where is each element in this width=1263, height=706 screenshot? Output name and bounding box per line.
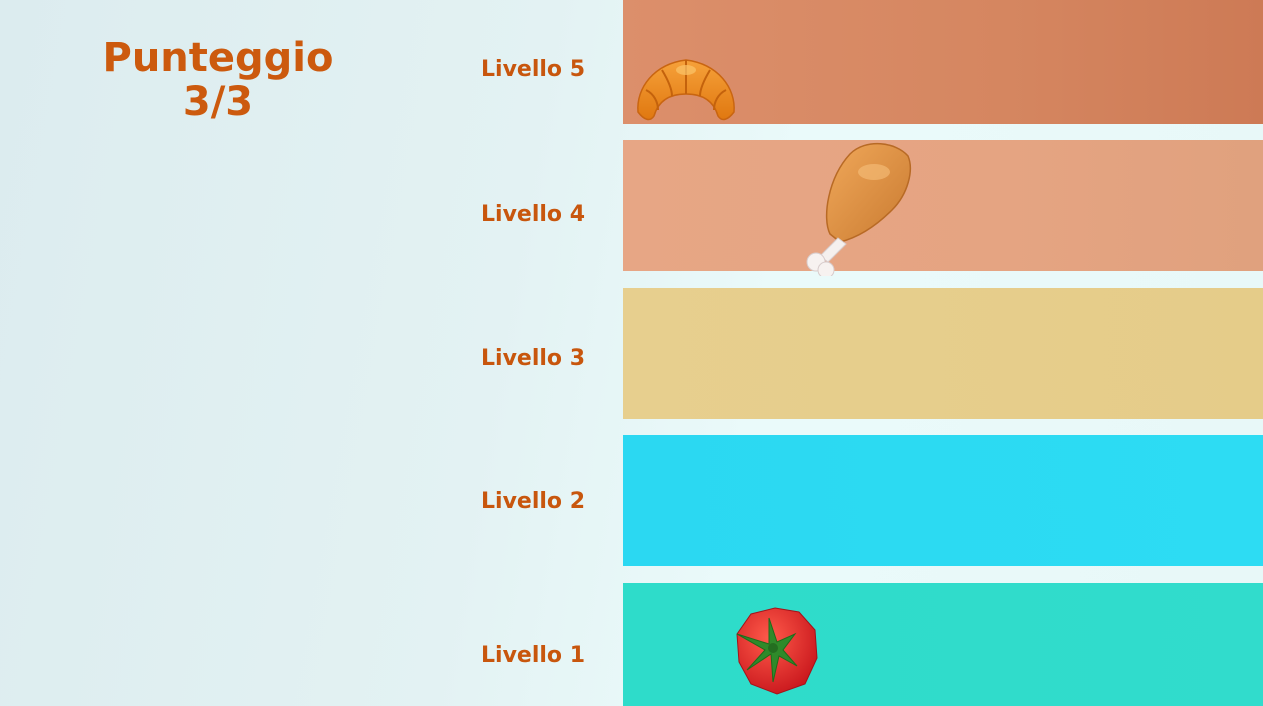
- level-2-band[interactable]: [623, 435, 1263, 566]
- level-1-band[interactable]: [623, 583, 1263, 706]
- level-3-label: Livello 3: [481, 346, 585, 371]
- score-value: 3/3: [182, 79, 254, 125]
- croissant-icon[interactable]: [632, 50, 740, 126]
- score-display: Punteggio 3/3: [60, 36, 376, 124]
- level-3-band[interactable]: [623, 288, 1263, 419]
- level-4-label: Livello 4: [481, 202, 585, 227]
- level-2-label: Livello 2: [481, 489, 585, 514]
- level-5-label: Livello 5: [481, 57, 585, 82]
- level-4-band[interactable]: [623, 140, 1263, 271]
- tomato-icon[interactable]: [733, 604, 819, 696]
- chicken-drumstick-icon[interactable]: [800, 138, 918, 279]
- level-1-label: Livello 1: [481, 643, 585, 668]
- score-title: Punteggio: [102, 35, 334, 81]
